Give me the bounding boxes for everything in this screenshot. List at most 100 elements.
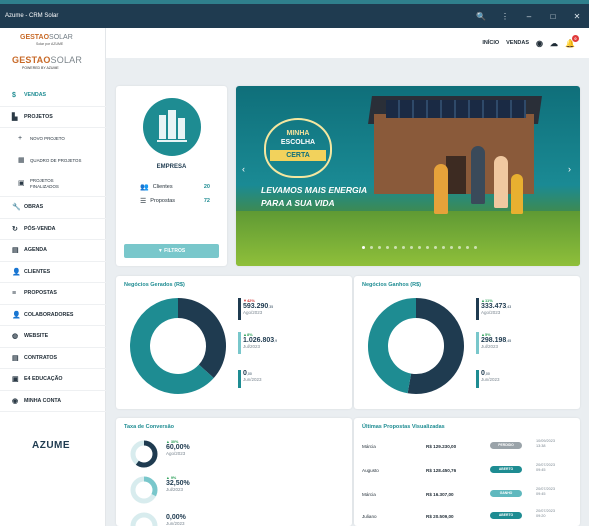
brand-logo[interactable]: GESTAOSOLAR (12, 55, 82, 65)
sidebar-item-obras[interactable]: 🔧 OBRAS (0, 197, 106, 219)
sidebar-item-novo-projeto[interactable]: + NOVO PROJETO (0, 128, 106, 150)
proposal-row[interactable]: Márcia R$ 16.307,00 GANHO 20/07/2023 09:4… (362, 484, 588, 508)
sidebar-item-e4-educacao[interactable]: ▣ E4 EDUCAÇÃO (0, 369, 106, 391)
seal-line-1: MINHA (286, 130, 310, 137)
solar-panels (386, 100, 526, 118)
sidebar-item-quadro-de-projetos[interactable]: ▦ QUADRO DE PROJETOS (0, 150, 106, 172)
stat-bar (238, 332, 241, 354)
empresa-card: EMPRESA 👥 Clientes 20 ☰ Propostas 72 ▼ F… (116, 86, 227, 266)
banner-dot[interactable] (474, 246, 477, 249)
chart-icon: ▙ (12, 113, 18, 121)
banner-dot[interactable] (466, 246, 469, 249)
family-person (471, 146, 485, 204)
stat-row: ▲11% 333.473,43 Ago/2023 (476, 298, 576, 320)
sidebar-item-propostas[interactable]: ≡ PROPOSTAS (0, 283, 106, 305)
nav-inicio[interactable]: INÍCIO (482, 40, 499, 46)
banner-dot[interactable] (410, 246, 413, 249)
banner-dot[interactable] (442, 246, 445, 249)
user-icon[interactable]: ◉ (536, 39, 543, 48)
banner-next-arrow[interactable]: › (568, 164, 571, 174)
close-button[interactable]: ✕ (565, 12, 589, 21)
sidebar-item-label: NOVO PROJETO (30, 136, 65, 142)
conversion-ring-track (130, 512, 158, 526)
proposal-client: Márcia (362, 492, 376, 497)
more-options-icon[interactable]: ⋮ (493, 12, 517, 21)
stat-period: Ago/2023 (481, 310, 501, 315)
clientes-label: Clientes (152, 184, 173, 190)
sidebar-item-minha-conta[interactable]: ◉ MINHA CONTA (0, 391, 106, 412)
brand-logo-subtitle: POWERED BY AZUME (22, 66, 59, 70)
bell-icon[interactable]: 🔔 0 (565, 34, 579, 48)
sidebar-menu: $ VENDAS ▙ PROJETOS + NOVO PROJETO ▦ QUADRO … (0, 85, 106, 412)
donut-slice-ago-2023[interactable] (177, 298, 226, 379)
sidebar-item-projetos-finalizados[interactable]: ▣ PROJETOS FINALIZADOS (0, 171, 106, 197)
sidebar-item-projetos[interactable]: ▙ PROJETOS (0, 107, 106, 128)
banner-prev-arrow[interactable]: ‹ (242, 164, 245, 174)
stat-value: 593.290,35 (243, 303, 338, 310)
sidebar-item-colaboradores[interactable]: 👤 COLABORADORES (0, 305, 106, 326)
banner-dot[interactable] (434, 246, 437, 249)
banner-dot[interactable] (394, 246, 397, 249)
seal-ribbon: CERTA (270, 150, 326, 161)
stat-row: ▼42% 593.290,35 Ago/2023 (238, 298, 338, 320)
top-logo: GESTAOSOLAR (20, 34, 73, 41)
team-icon: 👤 (12, 311, 21, 319)
donut-slice-jul-2023[interactable] (368, 298, 417, 394)
sidebar-item-label: VENDAS (24, 92, 47, 99)
sidebar-item-website[interactable]: ◍ WEBSITE (0, 326, 106, 348)
sidebar-item-label: CLIENTES (24, 268, 51, 275)
proposal-date-time: 09:45 (536, 468, 546, 472)
taxa-conversao-card: Taxa de Conversão ▲ 30% 60,00% Ago/2023 … (116, 418, 352, 526)
proposal-client: Juliano (362, 514, 377, 519)
negocios-ganhos-title: Negócios Ganhos (R$) (362, 282, 421, 288)
stat-value: 0,00 (481, 370, 576, 377)
banner-dot[interactable] (458, 246, 461, 249)
brand-logo-accent: SOLAR (50, 55, 83, 65)
window-titlebar: Azume - CRM Solar 🔍 ⋮ – □ ✕ (0, 4, 589, 28)
minimize-button[interactable]: – (517, 12, 541, 21)
stat-row: 0,00 Jun/2023 (476, 370, 576, 388)
house-door (446, 156, 466, 194)
list-icon: ☰ (140, 198, 147, 205)
document-icon: ▤ (12, 354, 19, 362)
sidebar-item-label: PROPOSTAS (24, 290, 57, 297)
sidebar-item-vendas[interactable]: $ VENDAS (0, 85, 106, 107)
sidebar-item-pos-venda[interactable]: ↻ PÓS-VENDA (0, 219, 106, 240)
dashboard-content: EMPRESA 👥 Clientes 20 ☰ Propostas 72 ▼ F… (106, 58, 589, 526)
window-title: Azume - CRM Solar (5, 13, 59, 19)
sidebar-item-label: AGENDA (24, 247, 47, 254)
banner-dot[interactable] (450, 246, 453, 249)
stat-value-cents: ,00 (484, 372, 490, 376)
proposal-row[interactable]: Augusto R$ 128.450,76 ABERTO 20/07/2023 0… (362, 460, 588, 484)
promo-banner[interactable]: MINHA ESCOLHA CERTA LEVAMOS MAIS ENERGIA… (236, 86, 580, 266)
banner-dot[interactable] (362, 246, 365, 249)
banner-dot[interactable] (402, 246, 405, 249)
nav-vendas[interactable]: VENDAS (506, 40, 529, 46)
proposal-row[interactable]: Juliano R$ 20.509,00 ABERTO 20/07/2023 09… (362, 506, 588, 526)
banner-dot[interactable] (418, 246, 421, 249)
propostas-stat: ☰ Propostas 72 (140, 197, 210, 205)
wrench-icon: 🔧 (12, 204, 21, 212)
sidebar-item-clientes[interactable]: 👤 CLIENTES (0, 262, 106, 283)
proposal-value: R$ 20.509,00 (426, 514, 454, 519)
search-icon[interactable]: 🔍 (469, 12, 493, 21)
maximize-button[interactable]: □ (541, 12, 565, 21)
family-person (434, 164, 448, 214)
users-icon: 👥 (140, 184, 149, 191)
stat-value: 1.026.803,9 (243, 337, 338, 344)
stat-row: ▲5% 298.198,45 Jul/2023 (476, 332, 576, 354)
sidebar-item-agenda[interactable]: ▤ AGENDA (0, 240, 106, 262)
donut-slice-ago-2023[interactable] (407, 298, 464, 394)
banner-dot[interactable] (378, 246, 381, 249)
cloud-icon[interactable]: ☁ (550, 39, 558, 48)
banner-dot[interactable] (386, 246, 389, 249)
filtros-button[interactable]: ▼ FILTROS (124, 244, 219, 258)
proposal-date-day: 20/07/2023 (536, 463, 556, 467)
sidebar-item-contratos[interactable]: ▤ CONTRATOS (0, 348, 106, 369)
banner-dot[interactable] (426, 246, 429, 249)
top-logo-accent: SOLAR (49, 34, 73, 41)
proposal-row[interactable]: Márcia R$ 129.230,00 PERDIDO 10/09/2023 1… (362, 436, 588, 460)
family-person (511, 174, 523, 214)
propostas-value: 72 (203, 198, 210, 204)
banner-dot[interactable] (370, 246, 373, 249)
